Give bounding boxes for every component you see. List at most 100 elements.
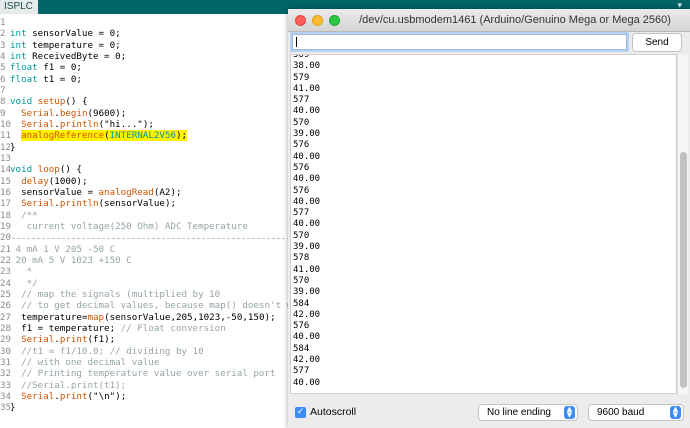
serial-output-line: 577 bbox=[293, 208, 310, 219]
code-text: delay(1000); bbox=[21, 175, 88, 187]
window-titlebar[interactable]: /dev/cu.usbmodem1461 (Arduino/Genuino Me… bbox=[288, 9, 690, 32]
line-number: 27 bbox=[0, 311, 12, 323]
code-text: f1 = temperature; // Float conversion bbox=[10, 322, 226, 334]
text-caret bbox=[296, 37, 297, 47]
serial-output-line: 577 bbox=[293, 95, 310, 106]
line-number: 30 bbox=[0, 345, 12, 357]
serial-output-line: 39.00 bbox=[293, 242, 321, 253]
line-number: 9 bbox=[0, 107, 6, 119]
line-number: 4 bbox=[0, 50, 6, 62]
tab-isplc[interactable]: ISPLC bbox=[0, 0, 38, 14]
serial-output-line: 40.00 bbox=[293, 377, 321, 388]
serial-output-line: 40.00 bbox=[293, 151, 321, 162]
serial-output-line: 577 bbox=[293, 366, 310, 377]
code-text: Serial.println(sensorValue); bbox=[21, 198, 177, 210]
monitor-bottom-bar: ✓ Autoscroll No line ending ▲ ▼ 9600 baud… bbox=[288, 395, 690, 428]
serial-output-line: 41.00 bbox=[293, 264, 321, 275]
line-number: 8 bbox=[0, 96, 6, 108]
line-number: 31 bbox=[0, 356, 12, 368]
send-row: Send bbox=[288, 32, 690, 54]
serial-monitor-window: /dev/cu.usbmodem1461 (Arduino/Genuino Me… bbox=[288, 9, 690, 428]
serial-input[interactable] bbox=[292, 34, 627, 50]
serial-output-line: 42.00 bbox=[293, 355, 321, 366]
code-text: Serial.print(f1); bbox=[21, 334, 116, 346]
serial-output-line: 40.00 bbox=[293, 106, 321, 117]
line-number: 34 bbox=[0, 390, 12, 402]
code-text: /** bbox=[10, 209, 38, 221]
serial-output-line: 570 bbox=[293, 230, 310, 241]
serial-output-line: 578 bbox=[293, 253, 310, 264]
line-number: 17 bbox=[0, 198, 12, 210]
code-text: 4 mA 1 V 205 -50 C bbox=[10, 243, 116, 255]
line-number: 2 bbox=[0, 28, 6, 40]
line-number: 21 bbox=[0, 243, 12, 255]
line-number: 20 bbox=[0, 232, 12, 244]
line-number: 29 bbox=[0, 334, 12, 346]
code-text: temperature=map(sensorValue,205,1023,-50… bbox=[10, 311, 276, 323]
serial-output-line: 40.00 bbox=[293, 332, 321, 343]
serial-output[interactable]: 569 38.00 579 41.00 577 40.00 570 39.00 576 40.00… bbox=[290, 54, 677, 394]
line-number: 13 bbox=[0, 152, 12, 164]
send-button[interactable]: Send bbox=[632, 33, 682, 52]
line-number: 7 bbox=[0, 84, 6, 96]
autoscroll-label: Autoscroll bbox=[310, 406, 357, 418]
scrollbar-thumb[interactable] bbox=[680, 152, 687, 388]
serial-output-line: 570 bbox=[293, 117, 310, 128]
line-number: 14 bbox=[0, 164, 12, 176]
code-text: Serial.print("\n"); bbox=[21, 390, 127, 402]
code-text: } bbox=[10, 141, 16, 153]
serial-output-line: 41.00 bbox=[293, 83, 321, 94]
output-scrollbar[interactable] bbox=[677, 54, 688, 394]
serial-output-line: 579 bbox=[293, 72, 310, 83]
line-ending-select[interactable]: No line ending ▲ ▼ bbox=[478, 404, 578, 421]
serial-output-line: 40.00 bbox=[293, 174, 321, 185]
chevron-updown-icon: ▲ ▼ bbox=[670, 406, 681, 419]
line-number: 12 bbox=[0, 141, 12, 153]
code-text: // with one decimal value bbox=[10, 356, 160, 368]
line-number: 35 bbox=[0, 402, 12, 414]
line-number: 5 bbox=[0, 62, 6, 74]
code-text: // Printing temperature value over seria… bbox=[10, 368, 276, 380]
chevron-updown-icon: ▲ ▼ bbox=[564, 406, 575, 419]
serial-output-line: 576 bbox=[293, 140, 310, 151]
code-text: 20 mA 5 V 1023 +150 C bbox=[10, 254, 132, 266]
code-text: // map the signals (multiplied by 10 bbox=[10, 288, 221, 300]
code-text: sensorValue = analogRead(A2); bbox=[10, 186, 182, 198]
code-text: int sensorValue = 0; bbox=[10, 28, 121, 40]
line-number: 16 bbox=[0, 186, 12, 198]
code-text: int temperature = 0; bbox=[10, 39, 121, 51]
serial-output-line: 570 bbox=[293, 275, 310, 286]
code-text: //Serial.print(t1); bbox=[10, 379, 127, 391]
serial-output-line: 569 bbox=[293, 54, 310, 60]
line-number: 18 bbox=[0, 209, 12, 221]
code-text: Serial.println("hi..."); bbox=[21, 118, 154, 130]
baud-rate-value: 9600 baud bbox=[597, 407, 645, 418]
minimize-window-icon[interactable] bbox=[312, 15, 323, 26]
serial-output-line: 40.00 bbox=[293, 196, 321, 207]
autoscroll-checkbox[interactable]: ✓ bbox=[295, 407, 306, 418]
serial-output-line: 576 bbox=[293, 321, 310, 332]
serial-output-line: 40.00 bbox=[293, 219, 321, 230]
line-number: 26 bbox=[0, 300, 12, 312]
serial-output-line: 584 bbox=[293, 298, 310, 309]
zoom-window-icon[interactable] bbox=[329, 15, 340, 26]
line-number: 1 bbox=[0, 17, 6, 28]
serial-output-line: 584 bbox=[293, 343, 310, 354]
code-text: * bbox=[10, 266, 33, 278]
code-text: Serial.begin(9600); bbox=[21, 107, 127, 119]
line-number: 24 bbox=[0, 277, 12, 289]
code-text: void loop() { bbox=[10, 164, 82, 176]
baud-rate-select[interactable]: 9600 baud ▲ ▼ bbox=[588, 404, 684, 421]
line-number: 11 bbox=[0, 130, 12, 142]
line-number: 15 bbox=[0, 175, 12, 187]
serial-output-line: 576 bbox=[293, 185, 310, 196]
line-ending-value: No line ending bbox=[487, 407, 551, 418]
close-window-icon[interactable] bbox=[295, 15, 306, 26]
serial-output-line: 39.00 bbox=[293, 287, 321, 298]
serial-output-line: 576 bbox=[293, 162, 310, 173]
serial-output-line: 38.00 bbox=[293, 61, 321, 72]
line-number: 33 bbox=[0, 379, 12, 391]
code-text: float t1 = 0; bbox=[10, 73, 82, 85]
code-text: analogReference(INTERNAL2V56); bbox=[21, 130, 188, 142]
line-number: 28 bbox=[0, 322, 12, 334]
